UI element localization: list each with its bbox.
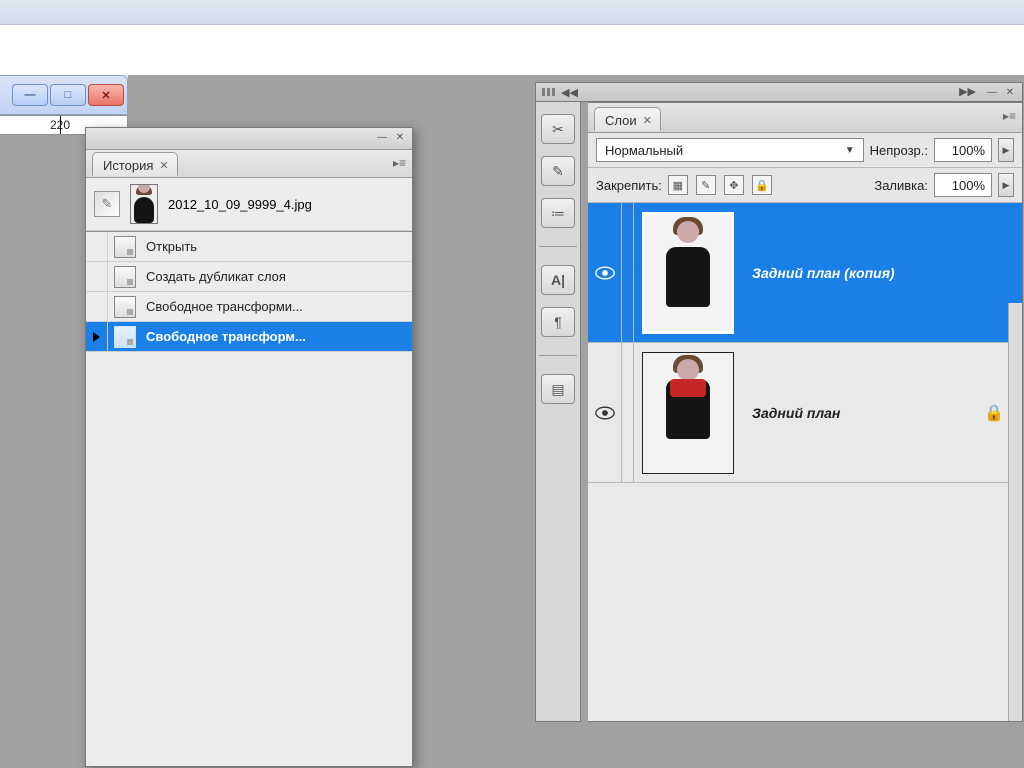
collapsed-dock-column: ✂ ✎ ≔ A| ¶ ▤ — [535, 102, 581, 722]
layers-scrollbar[interactable] — [1008, 303, 1022, 721]
right-panel-group: ◀◀ ▶▶ — ✕ ✂ ✎ ≔ A| ¶ ▤ Слои ✕ ▸≡ — [535, 82, 1023, 722]
app-menubar-area — [0, 0, 1024, 25]
layer-row[interactable]: Задний план 🔒 — [588, 343, 1022, 483]
history-step-label: Свободное трансформи... — [146, 299, 412, 314]
layers-list: Задний план (копия) Задний план 🔒 — [588, 203, 1022, 721]
step-icon — [114, 266, 136, 288]
lock-position-icon[interactable]: ✥ — [724, 175, 744, 195]
dock-tool-options-icon[interactable]: ✂ — [541, 114, 575, 144]
lock-transparency-icon[interactable]: ▦ — [668, 175, 688, 195]
panel-minimize-icon[interactable]: — — [984, 85, 1000, 99]
grip-icon[interactable] — [542, 88, 555, 96]
minimize-button[interactable]: — — [12, 84, 48, 106]
panel-close-icon[interactable]: ✕ — [392, 130, 408, 144]
tab-layers[interactable]: Слои ✕ — [594, 107, 661, 131]
layer-row[interactable]: Задний план (копия) — [588, 203, 1022, 343]
panel-close-icon[interactable]: ✕ — [1002, 85, 1018, 99]
history-step[interactable]: Создать дубликат слоя — [86, 262, 412, 292]
fill-input[interactable]: 100% — [934, 173, 992, 197]
layer-name[interactable]: Задний план — [752, 405, 840, 421]
eye-icon — [595, 406, 615, 420]
layer-visibility-toggle[interactable] — [588, 343, 622, 482]
dock-paragraph-icon[interactable]: ¶ — [541, 307, 575, 337]
snapshot-thumbnail — [130, 184, 158, 224]
eye-icon — [595, 266, 615, 280]
step-icon — [114, 236, 136, 258]
opacity-label: Непрозр.: — [870, 143, 928, 158]
opacity-value: 100% — [952, 143, 985, 158]
document-titlebar[interactable]: — □ ✕ — [0, 75, 128, 115]
dropdown-arrow-icon: ▼ — [845, 145, 855, 156]
history-tab-label: История — [103, 158, 153, 173]
options-bar-area — [0, 25, 1024, 75]
layers-panel: Слои ✕ ▸≡ Нормальный ▼ Непрозр.: 100% ▶ … — [588, 102, 1023, 722]
history-snapshot-row[interactable]: ✎ 2012_10_09_9999_4.jpg — [86, 178, 412, 231]
tab-close-icon[interactable]: ✕ — [159, 159, 168, 172]
ruler-tick-label: 220 — [50, 118, 70, 132]
step-icon — [114, 326, 136, 348]
layer-thumbnail[interactable] — [642, 212, 734, 334]
fill-value: 100% — [952, 178, 985, 193]
maximize-button[interactable]: □ — [50, 84, 86, 106]
dock-divider — [539, 355, 577, 356]
history-step-label: Свободное трансформ... — [146, 329, 412, 344]
lock-pixels-icon[interactable]: ✎ — [696, 175, 716, 195]
panel-menu-icon[interactable]: ▸≡ — [393, 156, 406, 170]
document-window-fragment: — □ ✕ 220 — [0, 75, 128, 135]
history-step[interactable]: Свободное трансформи... — [86, 292, 412, 322]
collapse-left-icon[interactable]: ◀◀ — [561, 86, 578, 99]
panel-menu-icon[interactable]: ▸≡ — [1003, 109, 1016, 123]
dock-divider — [539, 246, 577, 247]
history-step-label: Открыть — [146, 239, 412, 254]
history-panel: — ✕ История ✕ ▸≡ ✎ 2012_10_09_9999_4.jpg… — [85, 127, 413, 767]
current-step-pointer-icon — [93, 332, 100, 342]
close-button[interactable]: ✕ — [88, 84, 124, 106]
fill-label: Заливка: — [874, 178, 928, 193]
opacity-slider-button[interactable]: ▶ — [998, 138, 1014, 162]
panel-minimize-icon[interactable]: — — [374, 130, 390, 144]
fill-slider-button[interactable]: ▶ — [998, 173, 1014, 197]
tab-close-icon[interactable]: ✕ — [643, 114, 652, 127]
dock-clone-source-icon[interactable]: ≔ — [541, 198, 575, 228]
layer-thumbnail[interactable] — [642, 352, 734, 474]
blend-mode-select[interactable]: Нормальный ▼ — [596, 138, 864, 162]
history-panel-header[interactable]: — ✕ — [86, 128, 412, 150]
lock-all-icon[interactable]: 🔒 — [752, 175, 772, 195]
dock-brushes-icon[interactable]: ✎ — [541, 156, 575, 186]
collapse-right-icon[interactable]: ▶▶ — [959, 85, 976, 99]
snapshot-icon: ✎ — [94, 191, 120, 217]
opacity-input[interactable]: 100% — [934, 138, 992, 162]
lock-label: Закрепить: — [596, 178, 662, 193]
tab-history[interactable]: История ✕ — [92, 152, 178, 176]
dock-character-icon[interactable]: A| — [541, 265, 575, 295]
history-step[interactable]: Открыть — [86, 232, 412, 262]
layer-visibility-toggle[interactable] — [588, 203, 622, 342]
layers-tab-label: Слои — [605, 113, 637, 128]
history-step-current[interactable]: Свободное трансформ... — [86, 322, 412, 352]
panel-group-titlebar[interactable]: ◀◀ ▶▶ — ✕ — [535, 82, 1023, 102]
step-icon — [114, 296, 136, 318]
blend-mode-value: Нормальный — [605, 143, 683, 158]
dock-layer-comps-icon[interactable]: ▤ — [541, 374, 575, 404]
layer-name[interactable]: Задний план (копия) — [752, 265, 895, 281]
history-step-label: Создать дубликат слоя — [146, 269, 412, 284]
lock-icon: 🔒 — [984, 403, 1004, 423]
snapshot-filename: 2012_10_09_9999_4.jpg — [168, 197, 312, 212]
